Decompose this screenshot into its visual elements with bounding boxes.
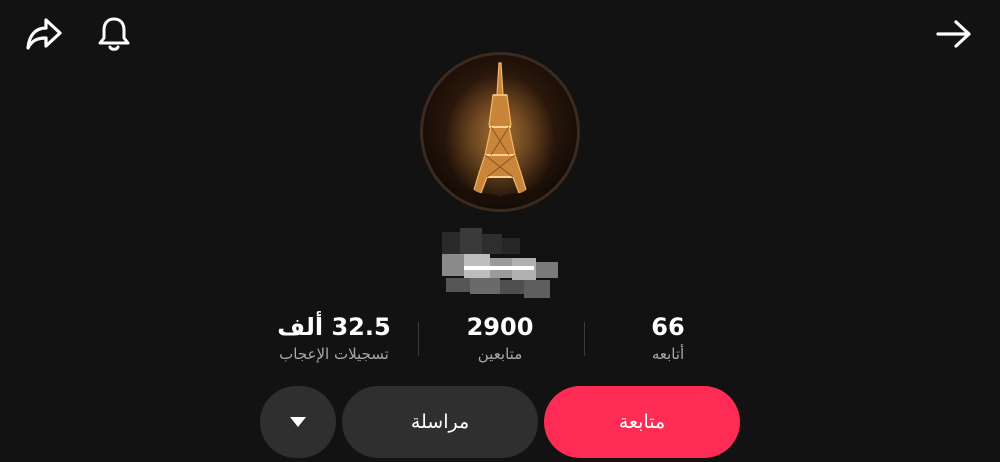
likes-count: 32.5 ألف <box>277 313 391 341</box>
stat-likes[interactable]: 32.5 ألف تسجيلات الإعجاب <box>244 312 424 364</box>
arrow-right-icon[interactable] <box>932 12 976 56</box>
share-icon[interactable] <box>22 12 66 56</box>
username-redacted <box>442 228 560 300</box>
follow-button[interactable]: متابعة <box>544 386 740 458</box>
followers-label: متابعين <box>477 345 523 363</box>
more-options-button[interactable] <box>260 386 336 458</box>
likes-label: تسجيلات الإعجاب <box>279 345 389 363</box>
bell-icon[interactable] <box>92 12 136 56</box>
stat-following[interactable]: 66 أتابعه <box>578 312 758 364</box>
profile-avatar[interactable] <box>420 52 580 212</box>
stat-followers[interactable]: 2900 متابعين <box>410 312 590 364</box>
eiffel-tower-icon <box>443 62 557 205</box>
triangle-down-icon <box>290 417 306 427</box>
following-count: 66 <box>651 313 685 341</box>
following-label: أتابعه <box>651 345 685 363</box>
profile-screen: 32.5 ألف تسجيلات الإعجاب 2900 متابعين 66… <box>0 0 1000 462</box>
followers-count: 2900 <box>466 313 534 341</box>
message-button[interactable]: مراسلة <box>342 386 538 458</box>
